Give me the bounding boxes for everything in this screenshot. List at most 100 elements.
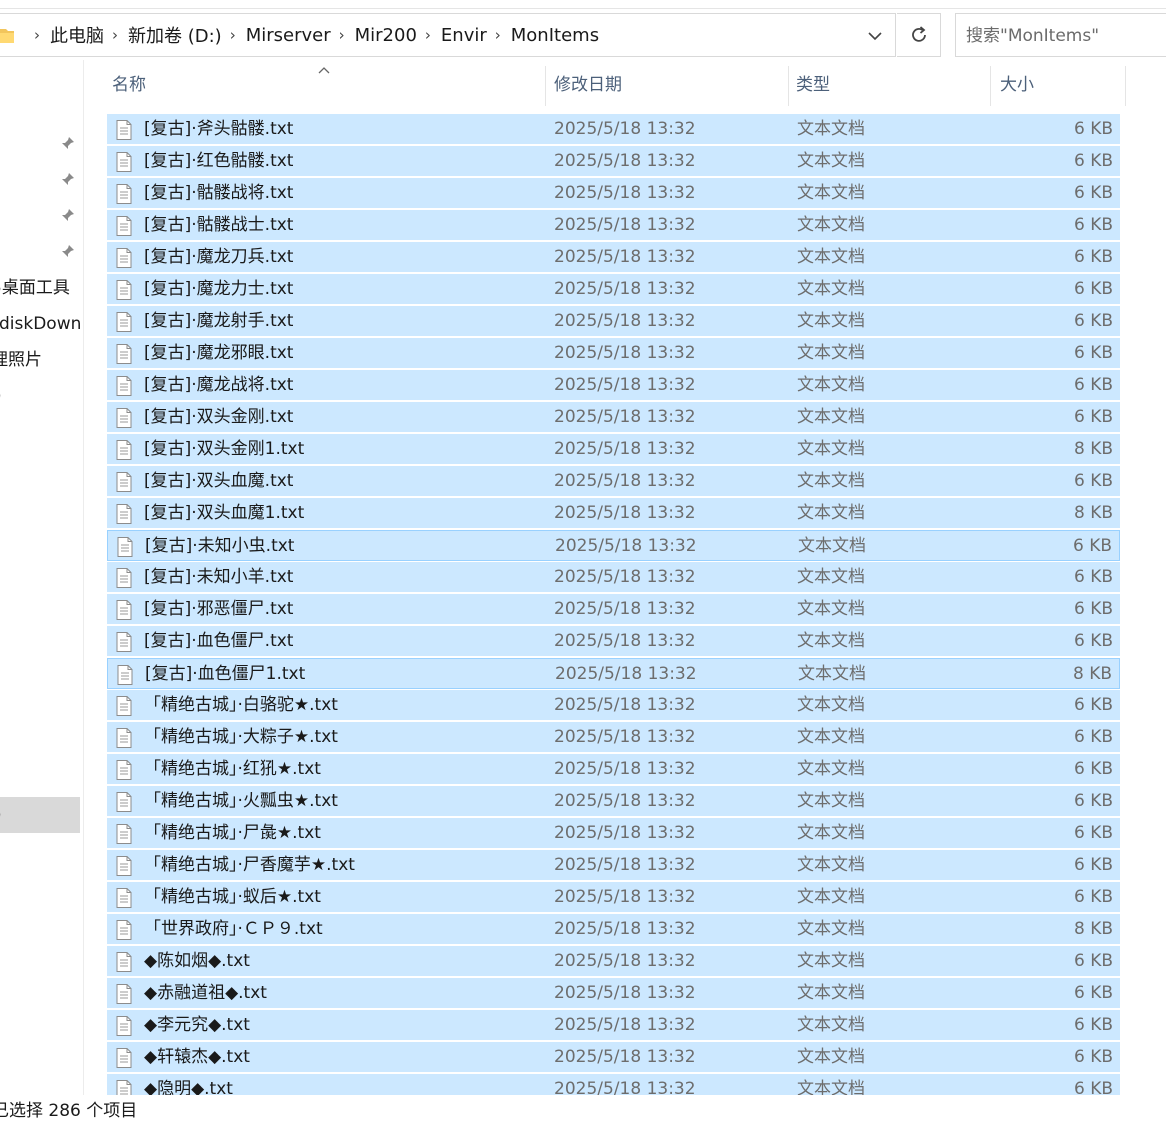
file-name: [复古]·斧头骷髅.txt: [144, 119, 294, 139]
file-row[interactable]: ◆轩辕杰◆.txt 2025/5/18 13:32 文本文档 6 KB: [107, 1042, 1120, 1073]
file-row[interactable]: 「精绝古城」·白骆驼★.txt 2025/5/18 13:32 文本文档 6 KB: [107, 690, 1120, 721]
breadcrumb-item[interactable]: 此电脑: [50, 22, 104, 48]
file-row[interactable]: 「精绝古城」·火瓢虫★.txt 2025/5/18 13:32 文本文档 6 KB: [107, 786, 1120, 817]
file-date: 2025/5/18 13:32: [554, 503, 696, 523]
pin-icon[interactable]: [60, 243, 76, 259]
file-row[interactable]: 「精绝古城」·红犼★.txt 2025/5/18 13:32 文本文档 6 KB: [107, 754, 1120, 785]
file-name: ◆赤融道祖◆.txt: [144, 983, 267, 1003]
file-date: 2025/5/18 13:32: [554, 471, 696, 491]
file-row[interactable]: ◆隐明◆.txt 2025/5/18 13:32 文本文档 6 KB: [107, 1074, 1120, 1095]
chevron-right-icon[interactable]: ›: [339, 26, 345, 44]
file-name: ◆隐明◆.txt: [144, 1079, 233, 1095]
text-file-icon: [116, 600, 132, 620]
file-row[interactable]: [复古]·魔龙刀兵.txt 2025/5/18 13:32 文本文档 6 KB: [107, 242, 1120, 273]
column-header-size[interactable]: 大小: [995, 62, 1125, 108]
pin-icon[interactable]: [60, 171, 76, 187]
file-row[interactable]: 「精绝古城」·尸香魔芋★.txt 2025/5/18 13:32 文本文档 6 KB: [107, 850, 1120, 881]
file-date: 2025/5/18 13:32: [554, 407, 696, 427]
file-size: 6 KB: [1073, 887, 1113, 907]
navigation-pane[interactable]: 5桌面工具 diskDown 理照片 ) ): [0, 60, 84, 1095]
nav-item[interactable]: diskDown: [0, 306, 83, 342]
column-header-type[interactable]: 类型: [791, 62, 987, 108]
chevron-right-icon[interactable]: ›: [495, 26, 501, 44]
file-row[interactable]: ◆陈如烟◆.txt 2025/5/18 13:32 文本文档 6 KB: [107, 946, 1120, 977]
file-row[interactable]: 「精绝古城」·蚁后★.txt 2025/5/18 13:32 文本文档 6 KB: [107, 882, 1120, 913]
pin-icon[interactable]: [60, 207, 76, 223]
file-row[interactable]: [复古]·魔龙邪眼.txt 2025/5/18 13:32 文本文档 6 KB: [107, 338, 1120, 369]
file-row[interactable]: [复古]·魔龙力士.txt 2025/5/18 13:32 文本文档 6 KB: [107, 274, 1120, 305]
file-type: 文本文档: [797, 311, 865, 331]
file-row[interactable]: ◆赤融道祖◆.txt 2025/5/18 13:32 文本文档 6 KB: [107, 978, 1120, 1009]
file-row[interactable]: [复古]·未知小虫.txt 2025/5/18 13:32 文本文档 6 KB: [107, 530, 1120, 561]
chevron-right-icon[interactable]: ›: [425, 26, 431, 44]
text-file-icon: [116, 344, 132, 364]
file-date: 2025/5/18 13:32: [554, 919, 696, 939]
search-box[interactable]: [955, 13, 1166, 57]
column-header-date[interactable]: 修改日期: [549, 62, 787, 108]
file-row[interactable]: [复古]·魔龙射手.txt 2025/5/18 13:32 文本文档 6 KB: [107, 306, 1120, 337]
file-list[interactable]: [复古]·斧头骷髅.txt 2025/5/18 13:32 文本文档 6 KB [复古]…: [107, 114, 1120, 1095]
breadcrumb-item[interactable]: MonItems: [511, 25, 599, 46]
file-row[interactable]: [复古]·红色骷髅.txt 2025/5/18 13:32 文本文档 6 KB: [107, 146, 1120, 177]
file-row[interactable]: [复古]·骷髅战将.txt 2025/5/18 13:32 文本文档 6 KB: [107, 178, 1120, 209]
file-date: 2025/5/18 13:32: [555, 536, 697, 556]
nav-item-selected[interactable]: ): [0, 797, 80, 833]
breadcrumb-item[interactable]: 新加卷 (D:): [128, 22, 222, 48]
file-row[interactable]: 「精绝古城」·大粽子★.txt 2025/5/18 13:32 文本文档 6 KB: [107, 722, 1120, 753]
file-row[interactable]: [复古]·双头血魔1.txt 2025/5/18 13:32 文本文档 8 KB: [107, 498, 1120, 529]
text-file-icon: [116, 1016, 132, 1036]
file-date: 2025/5/18 13:32: [554, 279, 696, 299]
search-input[interactable]: [964, 20, 1163, 52]
file-size: 6 KB: [1073, 215, 1113, 235]
column-divider[interactable]: [545, 66, 546, 106]
file-size: 6 KB: [1073, 567, 1113, 587]
file-row[interactable]: [复古]·血色僵尸1.txt 2025/5/18 13:32 文本文档 8 KB: [107, 658, 1120, 689]
nav-item[interactable]: 理照片: [0, 342, 83, 378]
file-row[interactable]: ◆李元究◆.txt 2025/5/18 13:32 文本文档 6 KB: [107, 1010, 1120, 1041]
file-size: 6 KB: [1073, 791, 1113, 811]
breadcrumb-item[interactable]: Mir200: [355, 25, 417, 46]
file-row[interactable]: [复古]·双头血魔.txt 2025/5/18 13:32 文本文档 6 KB: [107, 466, 1120, 497]
file-row[interactable]: [复古]·魔龙战将.txt 2025/5/18 13:32 文本文档 6 KB: [107, 370, 1120, 401]
column-divider[interactable]: [1125, 66, 1126, 106]
file-size: 8 KB: [1073, 439, 1113, 459]
sort-ascending-icon: [318, 67, 330, 74]
chevron-right-icon[interactable]: ›: [230, 26, 236, 44]
nav-item[interactable]: ): [0, 378, 83, 414]
breadcrumb-item[interactable]: Mirserver: [246, 25, 331, 46]
file-name: 「精绝古城」·蚁后★.txt: [144, 887, 321, 907]
file-row[interactable]: [复古]·双头金刚1.txt 2025/5/18 13:32 文本文档 8 KB: [107, 434, 1120, 465]
file-size: 6 KB: [1073, 375, 1113, 395]
address-bar[interactable]: › 此电脑 › 新加卷 (D:) › Mirserver › Mir200 › Envir › Mon…: [0, 13, 896, 57]
file-type: 文本文档: [798, 536, 866, 556]
file-type: 文本文档: [797, 119, 865, 139]
breadcrumb-item[interactable]: Envir: [441, 25, 487, 46]
file-row[interactable]: [复古]·双头金刚.txt 2025/5/18 13:32 文本文档 6 KB: [107, 402, 1120, 433]
file-size: 6 KB: [1073, 471, 1113, 491]
status-text: 已选择 286 个项目: [0, 1101, 138, 1121]
file-date: 2025/5/18 13:32: [554, 695, 696, 715]
file-row[interactable]: [复古]·斧头骷髅.txt 2025/5/18 13:32 文本文档 6 KB: [107, 114, 1120, 145]
column-divider[interactable]: [990, 66, 991, 106]
file-row[interactable]: 「世界政府」·ＣＰ９.txt 2025/5/18 13:32 文本文档 8 KB: [107, 914, 1120, 945]
nav-item[interactable]: 5桌面工具: [0, 270, 83, 306]
file-name: [复古]·血色僵尸.txt: [144, 631, 294, 651]
chevron-down-icon[interactable]: [863, 24, 887, 48]
file-type: 文本文档: [797, 151, 865, 171]
file-row[interactable]: [复古]·血色僵尸.txt 2025/5/18 13:32 文本文档 6 KB: [107, 626, 1120, 657]
file-date: 2025/5/18 13:32: [554, 439, 696, 459]
file-row[interactable]: [复古]·未知小羊.txt 2025/5/18 13:32 文本文档 6 KB: [107, 562, 1120, 593]
text-file-icon: [116, 248, 132, 268]
column-divider[interactable]: [788, 66, 789, 106]
chevron-right-icon[interactable]: ›: [112, 26, 118, 44]
text-file-icon: [116, 376, 132, 396]
pin-icon[interactable]: [60, 135, 76, 151]
chevron-right-icon[interactable]: ›: [34, 26, 40, 44]
file-row[interactable]: 「精绝古城」·尸彘★.txt 2025/5/18 13:32 文本文档 6 KB: [107, 818, 1120, 849]
refresh-button[interactable]: [897, 13, 941, 57]
file-name: [复古]·邪恶僵尸.txt: [144, 599, 294, 619]
file-row[interactable]: [复古]·邪恶僵尸.txt 2025/5/18 13:32 文本文档 6 KB: [107, 594, 1120, 625]
text-file-icon: [116, 216, 132, 236]
file-row[interactable]: [复古]·骷髅战士.txt 2025/5/18 13:32 文本文档 6 KB: [107, 210, 1120, 241]
file-type: 文本文档: [797, 823, 865, 843]
